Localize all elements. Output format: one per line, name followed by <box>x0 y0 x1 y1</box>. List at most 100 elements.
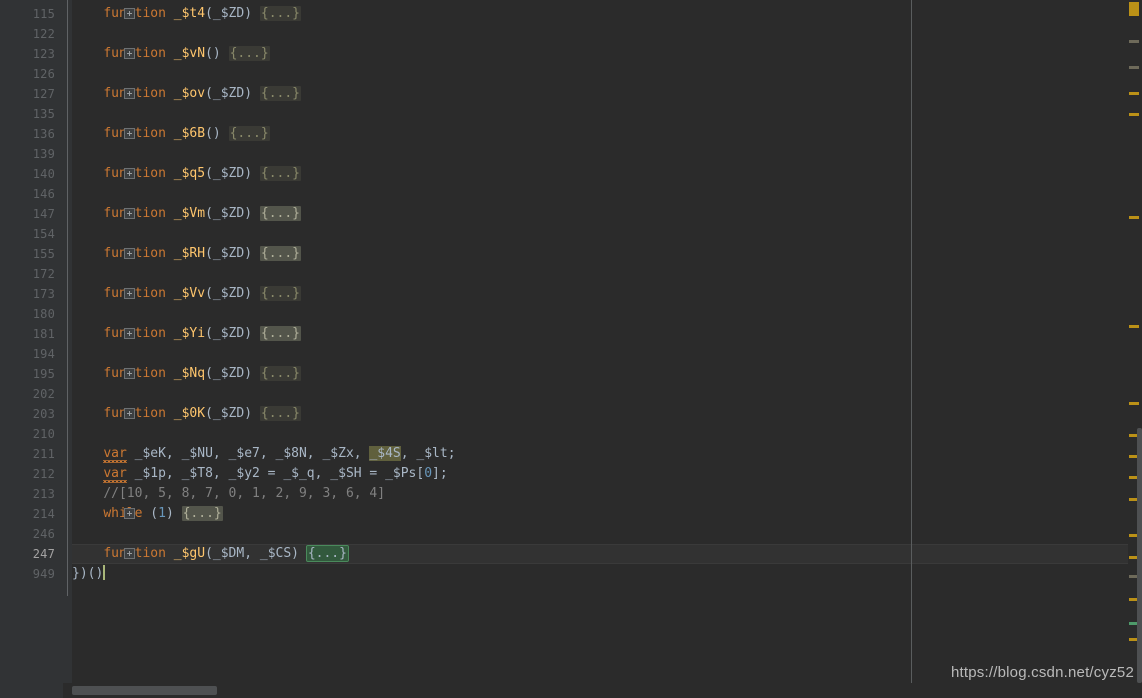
fold-expand-icon[interactable] <box>124 248 135 259</box>
code-line[interactable] <box>72 224 1128 244</box>
code-line[interactable] <box>72 64 1128 84</box>
fold-expand-icon[interactable] <box>124 8 135 19</box>
line-number[interactable]: 155 <box>3 244 55 264</box>
code-line[interactable] <box>72 344 1128 364</box>
error-stripe-marker[interactable] <box>1129 325 1139 328</box>
folded-code-placeholder[interactable]: {...} <box>259 206 302 221</box>
code-line[interactable]: function _$Nq(_$ZD) {...} <box>72 364 1128 384</box>
line-number[interactable]: 115 <box>3 4 55 24</box>
fold-expand-icon[interactable] <box>124 168 135 179</box>
code-line[interactable]: function _$q5(_$ZD) {...} <box>72 164 1128 184</box>
code-line[interactable]: function _$Vv(_$ZD) {...} <box>72 284 1128 304</box>
line-number[interactable]: 203 <box>3 404 55 424</box>
line-number[interactable]: 180 <box>3 304 55 324</box>
code-line[interactable]: function _$vN() {...} <box>72 44 1128 64</box>
right-margin-guide <box>911 0 912 683</box>
line-number[interactable]: 146 <box>3 184 55 204</box>
folded-code-placeholder[interactable]: {...} <box>259 246 302 261</box>
fold-expand-icon[interactable] <box>124 288 135 299</box>
fold-expand-icon[interactable] <box>124 368 135 379</box>
folded-code-placeholder[interactable]: {...} <box>181 506 223 521</box>
error-stripe-marker[interactable] <box>1129 216 1139 219</box>
error-stripe-marker[interactable] <box>1129 113 1139 116</box>
code-line[interactable]: function _$Vm(_$ZD) {...} <box>72 204 1128 224</box>
folded-code-placeholder[interactable]: {...} <box>259 366 302 381</box>
code-line[interactable]: while (1) {...} <box>72 504 1128 524</box>
line-number[interactable]: 139 <box>3 144 55 164</box>
keyword-token: function <box>103 126 174 141</box>
code-line[interactable]: function _$ov(_$ZD) {...} <box>72 84 1128 104</box>
folded-code-placeholder[interactable]: {...} <box>259 406 302 421</box>
fold-expand-icon[interactable] <box>124 408 135 419</box>
code-line[interactable] <box>72 24 1128 44</box>
error-stripe-marker[interactable] <box>1129 92 1139 95</box>
line-number[interactable]: 147 <box>3 204 55 224</box>
code-line[interactable]: function _$gU(_$DM, _$CS) {...} <box>72 544 1128 564</box>
line-number[interactable]: 126 <box>3 64 55 84</box>
line-number[interactable]: 135 <box>3 104 55 124</box>
line-number[interactable]: 173 <box>3 284 55 304</box>
code-line[interactable]: function _$t4(_$ZD) {...} <box>72 4 1128 24</box>
code-line[interactable] <box>72 104 1128 124</box>
code-line[interactable]: function _$0K(_$ZD) {...} <box>72 404 1128 424</box>
code-text-area[interactable]: function _$t4(_$ZD) {...} function _$vN(… <box>72 0 1128 683</box>
line-number[interactable]: 213 <box>3 484 55 504</box>
folded-code-placeholder[interactable]: {...} <box>259 166 302 181</box>
line-number[interactable]: 140 <box>3 164 55 184</box>
error-stripe-marker[interactable] <box>1129 402 1139 405</box>
code-line[interactable]: })() <box>72 564 1128 584</box>
line-number-gutter[interactable]: 115 122 123 126 127 135 136 139 140 146 147 154 155 1… <box>0 0 63 683</box>
keyword-token: var <box>103 446 127 461</box>
line-number[interactable]: 212 <box>3 464 55 484</box>
code-line[interactable] <box>72 184 1128 204</box>
line-number[interactable]: 211 <box>3 444 55 464</box>
folded-code-placeholder[interactable]: {...} <box>259 86 302 101</box>
code-line[interactable]: var _$eK, _$NU, _$e7, _$8N, _$Zx, _$4S, … <box>72 444 1128 464</box>
code-line[interactable] <box>72 524 1128 544</box>
line-number[interactable]: 194 <box>3 344 55 364</box>
fold-expand-icon[interactable] <box>124 548 135 559</box>
folded-code-placeholder[interactable]: {...} <box>259 286 302 301</box>
folded-code-placeholder[interactable]: {...} <box>259 6 302 21</box>
line-number[interactable]: 172 <box>3 264 55 284</box>
error-stripe-marker[interactable] <box>1129 66 1139 69</box>
vertical-scrollbar-thumb[interactable] <box>1137 428 1142 683</box>
error-stripe-marker[interactable] <box>1129 2 1139 16</box>
folded-code-placeholder[interactable]: {...} <box>259 326 302 341</box>
code-line[interactable]: function _$6B() {...} <box>72 124 1128 144</box>
fold-expand-icon[interactable] <box>124 48 135 59</box>
code-line[interactable]: //[10, 5, 8, 7, 0, 1, 2, 9, 3, 6, 4] <box>72 484 1128 504</box>
code-line[interactable] <box>72 264 1128 284</box>
line-number[interactable]: 123 <box>3 44 55 64</box>
line-number[interactable]: 195 <box>3 364 55 384</box>
fold-expand-icon[interactable] <box>124 128 135 139</box>
line-number[interactable]: 122 <box>3 24 55 44</box>
code-line[interactable] <box>72 384 1128 404</box>
line-number[interactable]: 127 <box>3 84 55 104</box>
code-line[interactable] <box>72 424 1128 444</box>
line-number[interactable]: 949 <box>3 564 55 584</box>
fold-expand-icon[interactable] <box>124 508 135 519</box>
fold-expand-icon[interactable] <box>124 328 135 339</box>
folded-code-placeholder[interactable]: {...} <box>228 126 270 141</box>
line-number[interactable]: 181 <box>3 324 55 344</box>
line-number[interactable]: 247 <box>3 544 55 564</box>
folded-code-placeholder[interactable]: {...} <box>305 545 349 562</box>
line-number[interactable]: 154 <box>3 224 55 244</box>
line-number[interactable]: 214 <box>3 504 55 524</box>
code-line[interactable]: function _$RH(_$ZD) {...} <box>72 244 1128 264</box>
line-number[interactable]: 136 <box>3 124 55 144</box>
folded-code-placeholder[interactable]: {...} <box>228 46 270 61</box>
line-number[interactable]: 202 <box>3 384 55 404</box>
code-line[interactable]: function _$Yi(_$ZD) {...} <box>72 324 1128 344</box>
code-line[interactable]: var _$1p, _$T8, _$y2 = _$_q, _$SH = _$Ps… <box>72 464 1128 484</box>
code-line[interactable] <box>72 144 1128 164</box>
code-line[interactable] <box>72 304 1128 324</box>
line-number[interactable]: 246 <box>3 524 55 544</box>
error-stripe-marker[interactable] <box>1129 40 1139 43</box>
line-number[interactable]: 210 <box>3 424 55 444</box>
fold-expand-icon[interactable] <box>124 88 135 99</box>
fold-expand-icon[interactable] <box>124 208 135 219</box>
horizontal-scrollbar-thumb[interactable] <box>72 686 217 695</box>
